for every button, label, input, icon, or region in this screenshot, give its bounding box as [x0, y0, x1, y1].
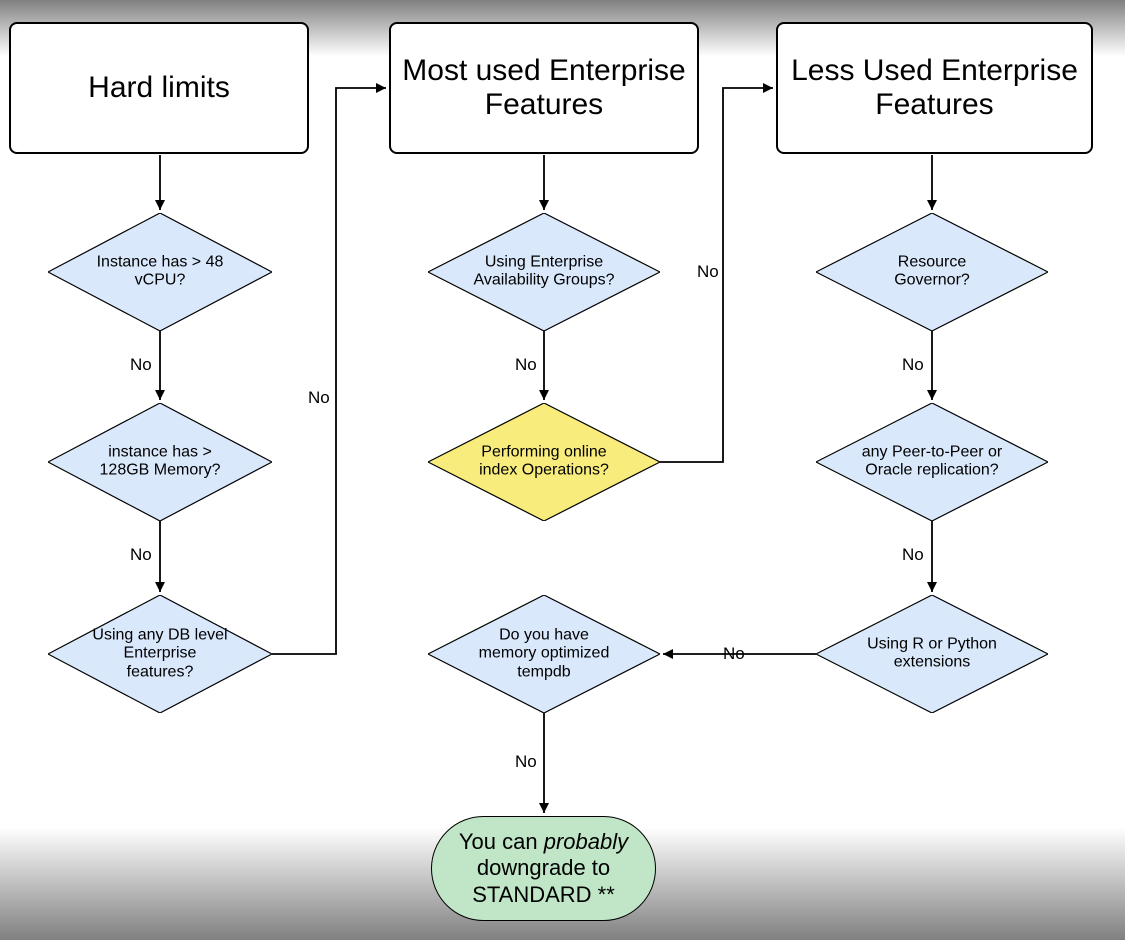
edge-label-no: No [515, 752, 537, 772]
header-most-used: Most used Enterprise Features [389, 22, 699, 154]
decision-label: instance has > 128GB Memory? [91, 444, 230, 481]
header-hard-limits: Hard limits [9, 22, 309, 154]
decision-label: Instance has > 48 vCPU? [91, 254, 230, 291]
header-label: Hard limits [88, 71, 230, 106]
terminator-text-post: downgrade to STANDARD ** [472, 855, 615, 906]
decision-label: Using any DB level Enterprise features? [91, 626, 230, 681]
edge-label-no: No [308, 388, 330, 408]
flowchart-canvas: { "headers": { "col1": "Hard limits", "c… [0, 0, 1125, 940]
decision-db-level-features: Using any DB level Enterprise features? [48, 595, 272, 713]
edge-label-no: No [902, 545, 924, 565]
decision-label: Do you have memory optimized tempdb [472, 626, 616, 681]
decision-availability-groups: Using Enterprise Availability Groups? [428, 213, 660, 331]
decision-label: Using R or Python extensions [860, 636, 1004, 673]
decision-vcpu: Instance has > 48 vCPU? [48, 213, 272, 331]
decision-label: Resource Governor? [860, 254, 1004, 291]
edge-label-no: No [130, 355, 152, 375]
terminator-downgrade: You can probably downgrade to STANDARD *… [431, 816, 656, 921]
edge-label-no: No [130, 545, 152, 565]
terminator-text-pre: You can [459, 829, 544, 854]
edge-label-no: No [697, 262, 719, 282]
decision-online-index: Performing online index Operations? [428, 403, 660, 521]
decision-r-python-ext: Using R or Python extensions [816, 595, 1048, 713]
decision-label: any Peer-to-Peer or Oracle replication? [860, 444, 1004, 481]
decision-resource-governor: Resource Governor? [816, 213, 1048, 331]
decision-p2p-replication: any Peer-to-Peer or Oracle replication? [816, 403, 1048, 521]
decision-memory: instance has > 128GB Memory? [48, 403, 272, 521]
decision-label: Performing online index Operations? [472, 444, 616, 481]
terminator-text-em: probably [544, 829, 628, 854]
decision-label: Using Enterprise Availability Groups? [472, 254, 616, 291]
header-label: Most used Enterprise Features [395, 54, 693, 123]
header-label: Less Used Enterprise Features [782, 54, 1087, 123]
decision-memopt-tempdb: Do you have memory optimized tempdb [428, 595, 660, 713]
header-less-used: Less Used Enterprise Features [776, 22, 1093, 154]
edge-label-no: No [902, 355, 924, 375]
edge-label-no: No [723, 644, 745, 664]
edge-label-no: No [515, 355, 537, 375]
